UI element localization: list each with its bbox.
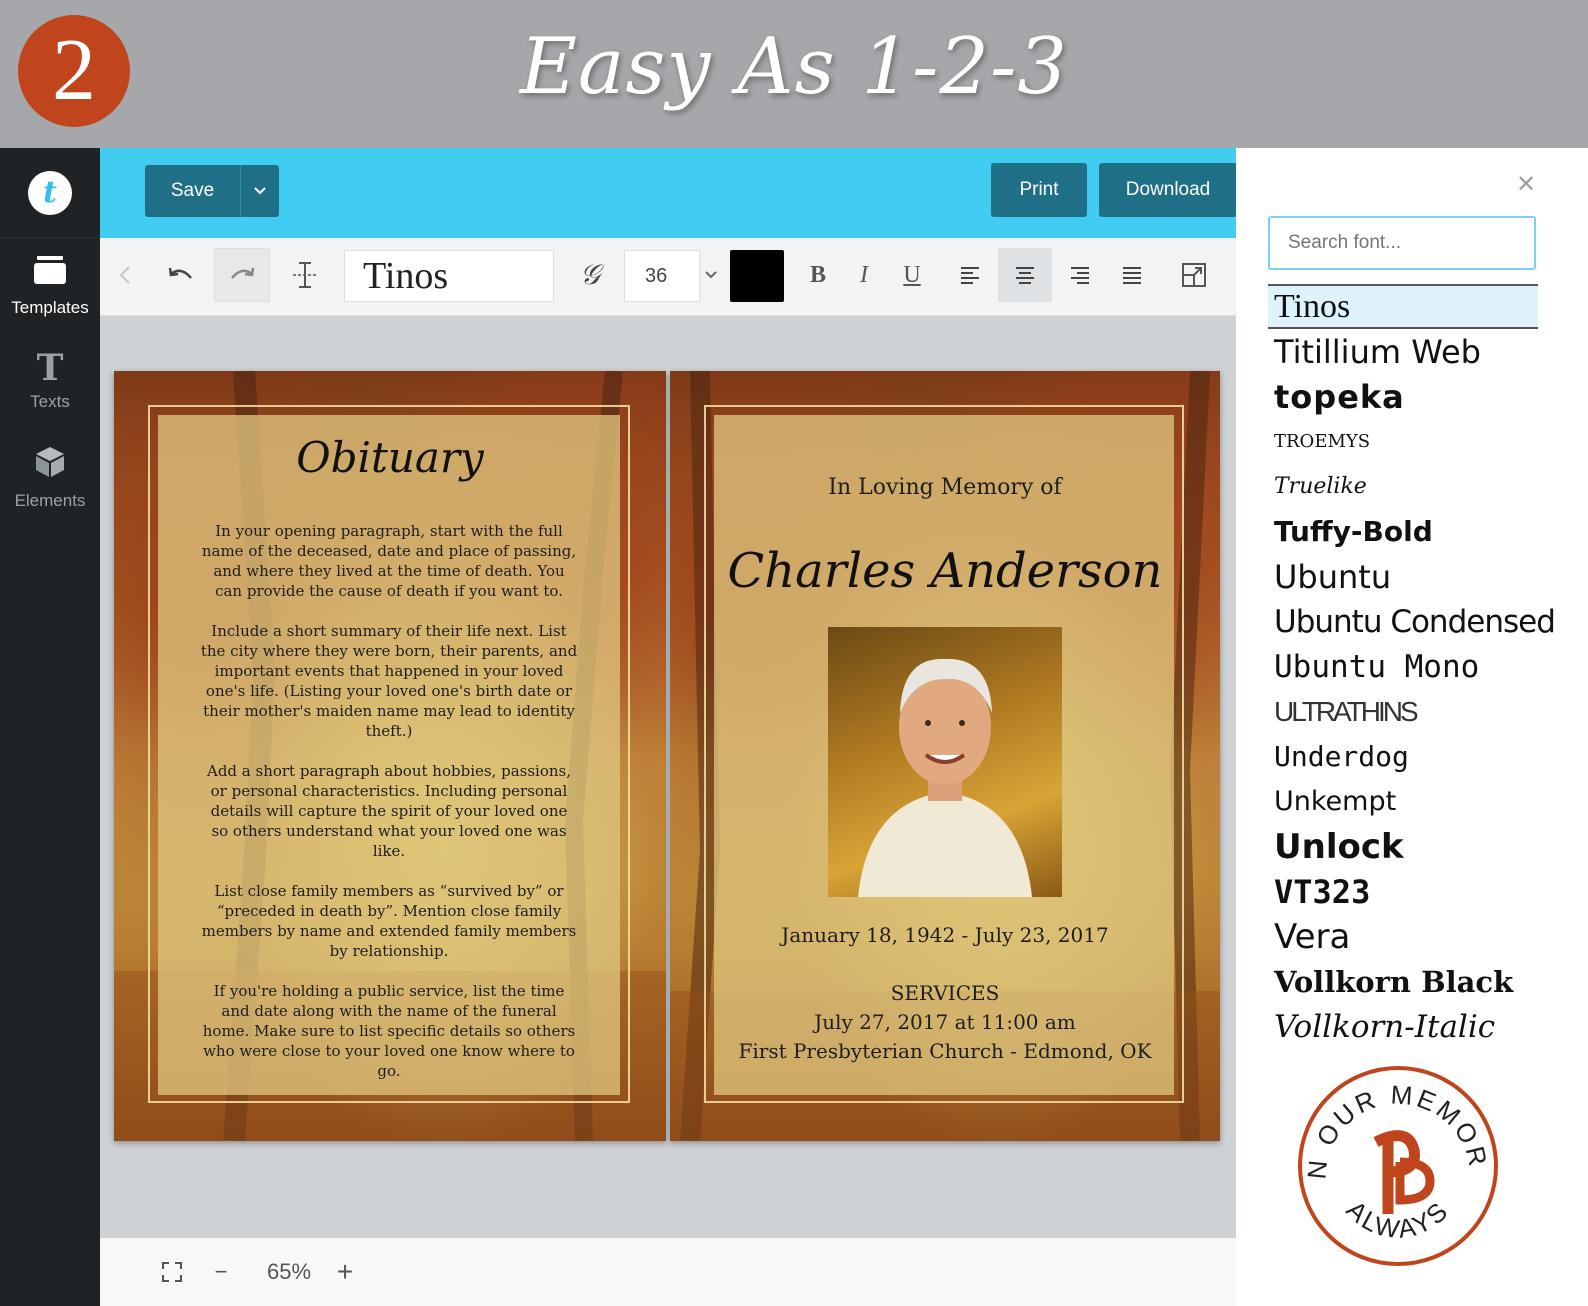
deceased-name[interactable]: Charles Anderson <box>670 543 1220 599</box>
font-option-unlock[interactable]: Unlock <box>1268 824 1538 869</box>
save-options-dropdown[interactable] <box>241 165 279 217</box>
sidebar-item-label: Texts <box>30 392 70 411</box>
in-our-memory-always-logo: IN OUR MEMORY ALWAYS <box>1296 1064 1498 1266</box>
font-option-titillium-web[interactable]: Titillium Web <box>1268 329 1538 374</box>
obituary-body[interactable]: In your opening paragraph, start with th… <box>200 521 578 1101</box>
top-bar: Save Print Download <box>100 148 1237 238</box>
resize-icon[interactable] <box>1170 248 1218 302</box>
italic-button[interactable]: I <box>844 248 884 302</box>
font-option-ubuntu-condensed[interactable]: Ubuntu Condensed <box>1268 599 1556 644</box>
font-option-unkempt[interactable]: Unkempt <box>1268 779 1538 824</box>
font-option-topeka[interactable]: topeka <box>1268 374 1538 419</box>
obituary-paragraph: In your opening paragraph, start with th… <box>201 522 577 600</box>
portrait-photo[interactable] <box>828 627 1062 897</box>
font-family-select[interactable]: Tinos <box>344 250 554 302</box>
text-toolbar: Tinos 𝒢 36 B I U <box>100 238 1236 316</box>
text-color-picker[interactable] <box>730 250 784 302</box>
underline-button[interactable]: U <box>892 248 932 302</box>
banner-title: Easy As 1-2-3 <box>519 22 1069 112</box>
font-style-icon[interactable]: 𝒢 <box>570 248 610 302</box>
font-option-tinos[interactable]: Tinos <box>1268 284 1538 329</box>
obituary-page[interactable]: Obituary In your opening paragraph, star… <box>114 371 666 1141</box>
sidebar-item-label: Templates <box>11 297 89 317</box>
obituary-paragraph: List close family members as “survived b… <box>201 882 577 960</box>
font-option-underdog[interactable]: Underdog <box>1268 734 1538 779</box>
font-option-troemys[interactable]: TROEMYS <box>1268 419 1538 464</box>
services-label: SERVICES <box>890 981 1000 1005</box>
sidebar-item-elements[interactable]: Elements <box>0 430 100 526</box>
promo-banner: 2 Easy As 1-2-3 <box>0 0 1588 148</box>
font-option-truelike[interactable]: Truelike <box>1268 464 1538 509</box>
chevron-left-icon[interactable] <box>110 248 140 302</box>
redo-icon[interactable] <box>214 248 270 302</box>
close-icon[interactable]: ✕ <box>1516 170 1536 199</box>
sidebar-item-templates[interactable]: Templates <box>0 238 100 334</box>
design-canvas[interactable]: Obituary In your opening paragraph, star… <box>100 316 1236 1238</box>
align-right-icon[interactable] <box>1056 248 1104 302</box>
zoom-out-button[interactable]: − <box>206 1254 236 1290</box>
sidebar-item-texts[interactable]: T Texts <box>0 334 100 430</box>
chevron-down-icon <box>705 271 717 279</box>
font-size-dropdown[interactable] <box>700 248 722 302</box>
obituary-paragraph: Add a short paragraph about hobbies, pas… <box>206 762 571 860</box>
save-button-group: Save <box>145 165 279 217</box>
fullscreen-icon[interactable] <box>158 1254 186 1290</box>
text-spacing-icon[interactable] <box>284 248 326 302</box>
font-option-vollkorn-italic[interactable]: Vollkorn-Italic <box>1268 1004 1538 1049</box>
save-button[interactable]: Save <box>145 165 241 217</box>
font-option-vera[interactable]: Vera <box>1268 914 1538 959</box>
print-button[interactable]: Print <box>991 163 1087 217</box>
font-picker-panel: ✕ Tinos Titillium Web topeka TROEMYS Tru… <box>1236 148 1588 1306</box>
logo-area: t <box>0 148 100 238</box>
undo-icon[interactable] <box>160 248 202 302</box>
download-button[interactable]: Download <box>1099 163 1237 217</box>
zoom-in-button[interactable]: + <box>330 1254 360 1290</box>
texts-icon: T <box>36 347 64 389</box>
memorial-cover-page[interactable]: In Loving Memory of Charles Anderson Jan… <box>670 371 1220 1141</box>
font-list: Tinos Titillium Web topeka TROEMYS Truel… <box>1268 284 1556 1049</box>
man-portrait-image <box>858 658 1032 897</box>
font-option-ubuntu-mono[interactable]: Ubuntu Mono <box>1268 644 1538 689</box>
left-sidebar: t Templates T Texts Elements <box>0 148 100 1306</box>
font-option-vollkorn-black[interactable]: Vollkorn Black <box>1268 959 1538 1004</box>
bold-button[interactable]: B <box>798 248 838 302</box>
align-center-icon[interactable] <box>998 248 1052 302</box>
zoom-level: 65% <box>266 1259 312 1284</box>
chevron-down-icon <box>254 187 266 195</box>
elements-icon <box>35 446 65 483</box>
align-left-icon[interactable] <box>946 248 994 302</box>
obituary-paragraph: Include a short summary of their life ne… <box>200 622 578 740</box>
font-size-input[interactable]: 36 <box>624 250 700 302</box>
font-option-ubuntu[interactable]: Ubuntu <box>1268 554 1538 599</box>
obituary-title[interactable]: Obituary <box>114 433 666 482</box>
memory-heading[interactable]: In Loving Memory of <box>670 475 1220 500</box>
font-option-tuffy-bold[interactable]: Tuffy-Bold <box>1268 509 1538 554</box>
font-option-vt323[interactable]: VT323 <box>1268 869 1538 914</box>
font-option-ultrathins[interactable]: ULTRATHINS <box>1268 689 1538 734</box>
align-justify-icon[interactable] <box>1108 248 1156 302</box>
templates-icon <box>33 255 67 290</box>
obituary-paragraph: If you're holding a public service, list… <box>202 982 576 1080</box>
font-search-input[interactable] <box>1268 216 1536 270</box>
services-info[interactable]: SERVICES July 27, 2017 at 11:00 am First… <box>670 979 1220 1066</box>
zoom-bar: − 65% + <box>100 1238 1236 1306</box>
services-place: First Presbyterian Church - Edmond, OK <box>738 1039 1152 1063</box>
app-logo[interactable]: t <box>28 170 72 215</box>
sidebar-item-label: Elements <box>14 490 86 510</box>
services-time: July 27, 2017 at 11:00 am <box>814 1010 1076 1034</box>
life-dates[interactable]: January 18, 1942 - July 23, 2017 <box>670 923 1220 947</box>
